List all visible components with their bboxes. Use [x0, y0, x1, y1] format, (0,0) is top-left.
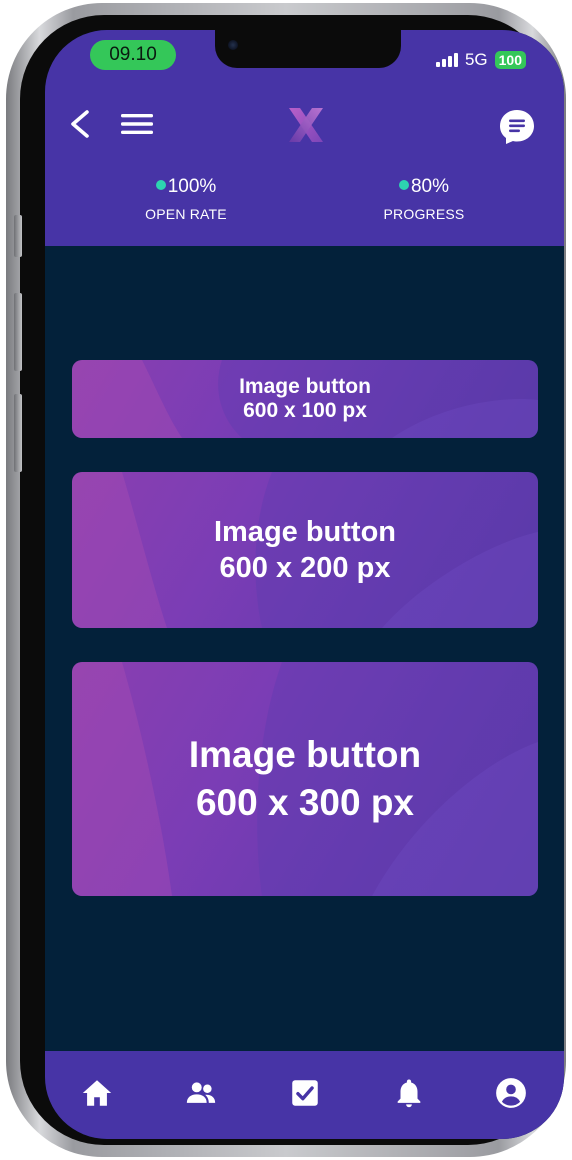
image-button-small[interactable]: Image button 600 x 100 px — [72, 360, 538, 438]
app-header: 09.10 5G 100 100% OPEN RATE 80% PROGRESS — [45, 30, 564, 246]
status-dot-icon — [398, 180, 409, 190]
button-size: 600 x 100 px — [243, 399, 367, 422]
metric-value: 80% — [410, 176, 450, 197]
front-camera-icon — [228, 40, 238, 50]
people-icon — [186, 1082, 216, 1103]
volume-down-button — [14, 394, 22, 472]
tab-tasks[interactable] — [285, 1073, 325, 1113]
status-dot-icon — [155, 180, 166, 190]
battery-icon: 100 — [494, 51, 526, 69]
metric-open-rate: 100% OPEN RATE — [116, 176, 256, 222]
bottom-tab-bar — [45, 1051, 564, 1139]
chat-bubble-icon[interactable] — [498, 108, 536, 146]
app-screen: 09.10 5G 100 100% OPEN RATE 80% PROGRESS… — [45, 30, 564, 1139]
nav-row — [45, 102, 564, 146]
home-icon — [82, 1080, 112, 1106]
tab-profile[interactable] — [491, 1073, 531, 1113]
status-indicators: 5G 100 — [435, 50, 526, 70]
volume-up-button — [14, 293, 22, 371]
tab-notifications[interactable] — [389, 1073, 429, 1113]
dynamic-notch — [215, 30, 401, 68]
button-title: Image button — [239, 375, 371, 398]
metric-progress: 80% PROGRESS — [354, 176, 494, 222]
metric-label: PROGRESS — [383, 206, 465, 222]
button-title: Image button — [188, 734, 422, 775]
tab-home[interactable] — [77, 1073, 117, 1113]
button-size: 600 x 300 px — [195, 782, 415, 823]
image-button-large[interactable]: Image button 600 x 300 px — [72, 662, 538, 896]
bell-icon — [397, 1079, 421, 1108]
chevron-left-icon[interactable] — [67, 109, 93, 139]
button-title: Image button — [213, 516, 397, 548]
hamburger-menu-icon[interactable] — [121, 112, 153, 136]
status-time: 09.10 — [90, 40, 176, 70]
checkbox-icon — [292, 1080, 318, 1106]
app-logo-icon — [289, 108, 323, 142]
button-size: 600 x 200 px — [219, 552, 391, 584]
network-type: 5G — [464, 50, 488, 69]
action-button — [14, 215, 22, 257]
image-button-medium[interactable]: Image button 600 x 200 px — [72, 472, 538, 628]
metric-value: 100% — [167, 176, 217, 197]
profile-icon — [496, 1078, 526, 1108]
signal-icon — [435, 53, 458, 67]
metric-label: OPEN RATE — [145, 206, 227, 222]
tab-people[interactable] — [181, 1073, 221, 1113]
